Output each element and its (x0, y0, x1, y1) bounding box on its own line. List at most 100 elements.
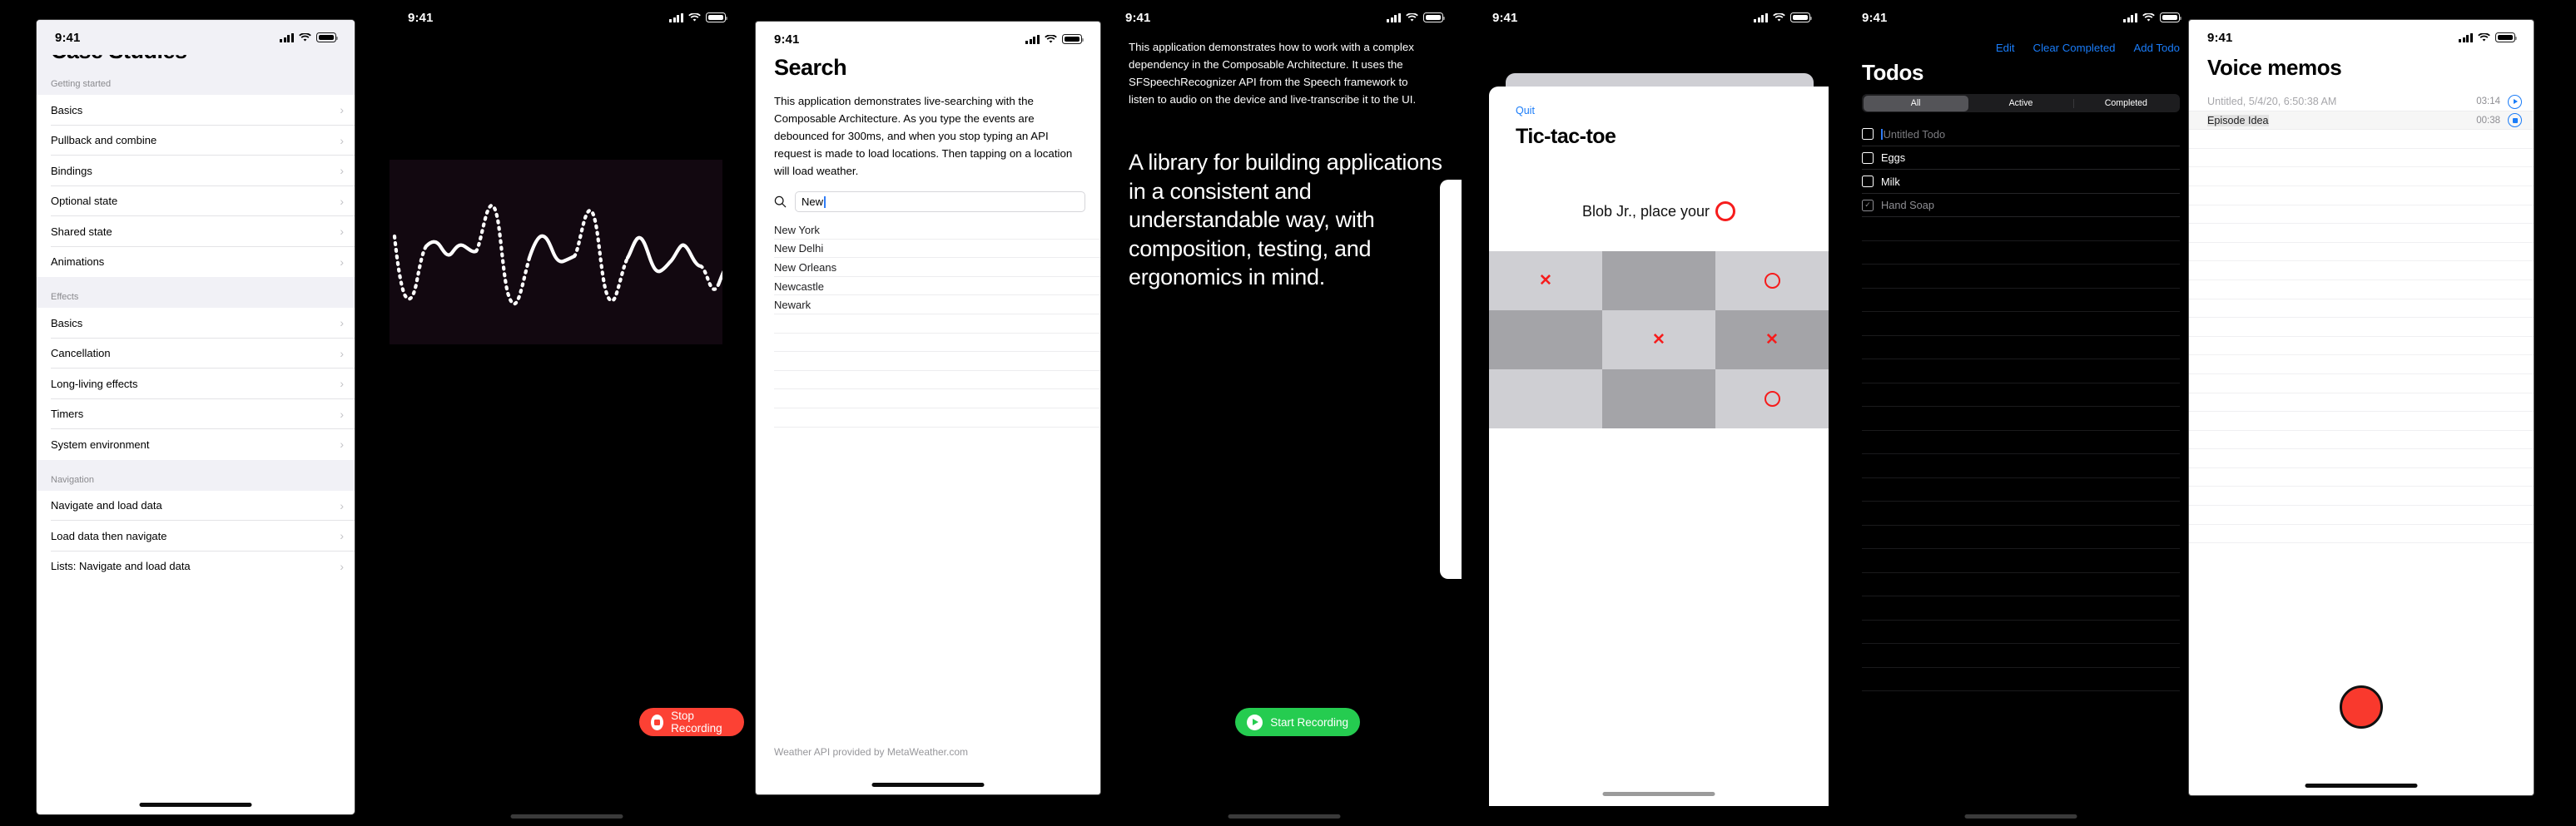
tictactoe-sheet: Quit Tic-tac-toe Blob Jr., place your ✕ ✕… (1489, 87, 1829, 806)
tictactoe-cell-1-2[interactable]: ✕ (1715, 310, 1829, 369)
add-todo-button[interactable]: Add Todo (2134, 42, 2181, 54)
filter-tab-completed[interactable]: Completed (2073, 96, 2178, 111)
list-item-empty (756, 314, 1100, 334)
sidebar-item-long-living-effects[interactable]: Long-living effects › (37, 368, 355, 399)
sidebar-item-pullback-and-combine[interactable]: Pullback and combine › (37, 125, 355, 156)
tictactoe-cell-0-2[interactable] (1715, 251, 1829, 310)
search-input-value: New (802, 195, 824, 208)
list-item[interactable]: New York (756, 220, 1100, 240)
list-item-empty (2189, 130, 2534, 149)
home-indicator (2305, 784, 2418, 788)
status-icons (280, 32, 338, 42)
screen-tictactoe: 9:41 Quit Tic-tac-toe Blob Jr., place yo… (1474, 0, 1829, 826)
list-item-label: Animations (51, 255, 105, 269)
todos-filter-segmented-control[interactable]: All Active Completed (1862, 94, 2180, 112)
status-icons (1387, 12, 1445, 22)
todo-label[interactable]: Eggs (1881, 151, 1905, 164)
sidebar-item-lists-navigate-and-load-data[interactable]: Lists: Navigate and load data › (37, 551, 355, 581)
home-indicator (510, 814, 623, 819)
page-title: Tic-tac-toe (1516, 125, 1616, 148)
sidebar-item-timers[interactable]: Timers › (37, 398, 355, 429)
checkbox[interactable]: ✓ (1862, 199, 1874, 211)
tictactoe-cell-1-0[interactable] (1489, 310, 1602, 369)
todo-row[interactable]: Milk (1862, 170, 2198, 194)
start-recording-button[interactable]: Start Recording (1235, 708, 1360, 736)
quit-button[interactable]: Quit (1516, 105, 1535, 116)
search-input[interactable]: New (795, 191, 1085, 212)
todo-row[interactable]: ✓ Hand Soap (1862, 194, 2198, 218)
checkbox[interactable] (1862, 176, 1874, 188)
checkbox[interactable] (1862, 151, 1874, 164)
chevron-right-icon: › (340, 316, 344, 330)
play-icon[interactable] (2508, 94, 2522, 109)
chevron-right-icon: › (340, 194, 344, 208)
list-item-empty (1862, 549, 2198, 573)
voice-memo-name[interactable]: Episode Idea (2207, 114, 2269, 126)
sidebar-item-navigate-and-load-data[interactable]: Navigate and load data › (37, 490, 355, 521)
list-item-empty (1862, 265, 2198, 289)
tictactoe-cell-2-2[interactable] (1715, 369, 1829, 428)
tictactoe-cell-2-1[interactable] (1602, 369, 1715, 428)
status-time: 9:41 (408, 10, 434, 25)
sidebar-item-cancellation[interactable]: Cancellation › (37, 338, 355, 368)
filter-tab-all[interactable]: All (1863, 95, 1968, 111)
audio-waveform (390, 160, 722, 344)
record-button[interactable] (2340, 685, 2383, 729)
stop-icon[interactable] (2508, 113, 2522, 128)
list-item[interactable]: New Orleans (756, 258, 1100, 277)
voice-memo-row[interactable]: Episode Idea 00:38 (2189, 111, 2534, 131)
sidebar-item-basics[interactable]: Basics › (37, 308, 355, 339)
todo-label[interactable]: Milk (1881, 176, 1900, 188)
list-item-empty (2189, 431, 2534, 450)
stop-recording-button[interactable]: Stop Recording (639, 708, 744, 736)
chevron-right-icon: › (340, 377, 344, 391)
voice-memo-duration: 03:14 (2476, 96, 2500, 107)
voice-memo-row[interactable]: Untitled, 5/4/20, 6:50:38 AM 03:14 (2189, 92, 2534, 111)
sidebar-item-shared-state[interactable]: Shared state › (37, 216, 355, 247)
list-item-empty (2189, 468, 2534, 487)
list-item-label: Basics (51, 316, 83, 329)
wifi-icon (1773, 12, 1785, 22)
home-indicator (1602, 792, 1715, 796)
status-bar: 9:41 (37, 20, 355, 55)
sidebar-item-load-data-then-navigate[interactable]: Load data then navigate › (37, 521, 355, 551)
voice-memos-list: Untitled, 5/4/20, 6:50:38 AM 03:14 Episode… (2189, 92, 2534, 543)
list-item-empty (1862, 289, 2198, 313)
edit-button[interactable]: Edit (1996, 42, 2015, 54)
todo-row[interactable]: Untitled Todo (1862, 122, 2198, 146)
clear-completed-button[interactable]: Clear Completed (2033, 42, 2116, 54)
section-group: Basics › Cancellation › Long-living effects ›… (37, 308, 355, 460)
tictactoe-cell-0-1[interactable] (1602, 251, 1715, 310)
list-item-empty (2189, 280, 2534, 299)
list-item-empty (1862, 383, 2198, 408)
wifi-icon (2478, 32, 2490, 42)
checkbox[interactable] (1862, 128, 1874, 141)
list-item[interactable]: Newark (756, 295, 1100, 314)
cellular-bars-icon (2123, 12, 2137, 22)
list-item[interactable]: New Delhi (756, 240, 1100, 259)
list-item[interactable]: Newcastle (756, 277, 1100, 296)
voice-memo-name[interactable]: Untitled, 5/4/20, 6:50:38 AM (2207, 96, 2476, 107)
todo-label[interactable]: Hand Soap (1881, 199, 1934, 211)
sidebar-item-optional-state[interactable]: Optional state › (37, 185, 355, 216)
todo-label[interactable]: Untitled Todo (1881, 128, 1945, 141)
sidebar-item-animations[interactable]: Animations › (37, 246, 355, 277)
list-item-empty (2189, 167, 2534, 186)
sidebar-item-system-environment[interactable]: System environment › (37, 429, 355, 460)
filter-tab-active[interactable]: Active (1968, 96, 2073, 111)
list-item-empty (2189, 412, 2534, 431)
list-item-empty (1862, 241, 2198, 265)
status-time: 9:41 (2207, 30, 2233, 45)
tictactoe-cell-1-1[interactable]: ✕ (1602, 310, 1715, 369)
list-item-empty (1862, 431, 2198, 455)
sidebar-item-bindings[interactable]: Bindings › (37, 156, 355, 186)
tictactoe-cell-0-0[interactable]: ✕ (1489, 251, 1602, 310)
status-bar: 9:41 (756, 22, 1100, 57)
list-item-empty (756, 408, 1100, 428)
tictactoe-cell-2-0[interactable] (1489, 369, 1602, 428)
todo-row[interactable]: Eggs (1862, 146, 2198, 171)
sidebar-item-basics[interactable]: Basics › (37, 95, 355, 126)
status-time: 9:41 (1492, 10, 1518, 25)
status-time: 9:41 (55, 30, 81, 45)
battery-icon (1062, 34, 1084, 44)
